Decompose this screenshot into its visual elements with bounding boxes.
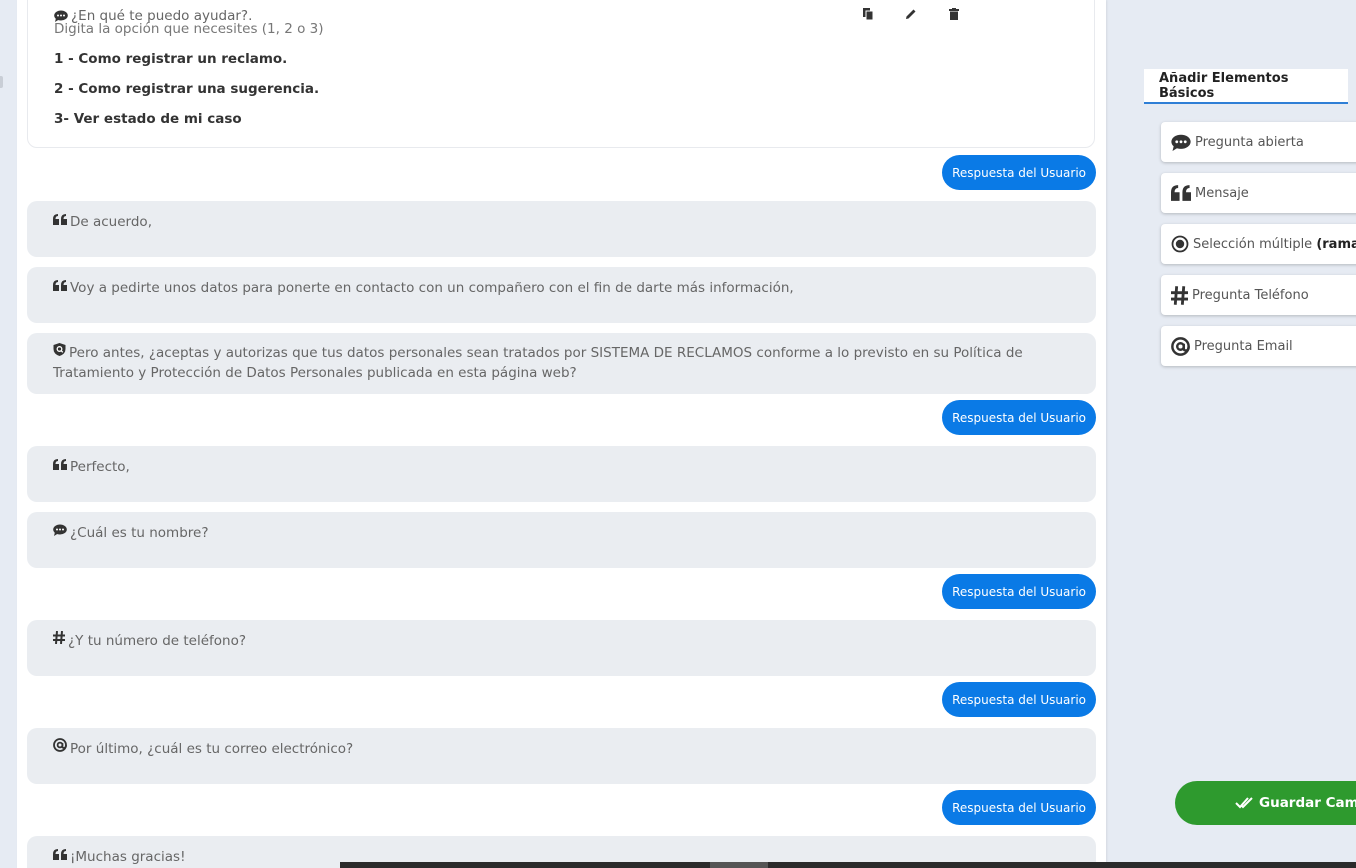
add-multiple-choice[interactable]: Selección múltiple (rama [1161,224,1356,264]
message-text: ¡Muchas gracias! [70,849,186,865]
element-label: Pregunta abierta [1195,134,1304,150]
double-check-icon [1235,797,1255,809]
comment-icon [1171,134,1191,151]
shield-icon [53,342,66,362]
quote-icon [53,456,67,476]
at-icon [53,738,67,758]
message-text: Perfecto, [70,459,130,475]
hash-icon [1171,285,1188,305]
element-label: Mensaje [1195,185,1249,201]
message-block[interactable]: De acuerdo, [27,201,1096,257]
left-edge [0,0,17,868]
user-reply-button[interactable]: Respuesta del Usuario [942,574,1096,609]
user-reply-button[interactable]: Respuesta del Usuario [942,790,1096,825]
add-message[interactable]: Mensaje [1161,173,1356,213]
message-block[interactable]: Perfecto, [27,446,1096,502]
quote-icon [53,277,67,297]
card-actions [860,6,962,22]
user-reply-button[interactable]: Respuesta del Usuario [942,400,1096,435]
user-reply-button[interactable]: Respuesta del Usuario [942,155,1096,190]
message-block[interactable]: ¿Y tu número de teléfono? [27,620,1096,676]
message-text: Voy a pedirte unos datos para ponerte en… [70,280,794,296]
message-text: ¿Y tu número de teléfono? [68,633,247,649]
at-icon [1171,336,1190,356]
user-reply-button[interactable]: Respuesta del Usuario [942,682,1096,717]
element-label: Pregunta Email [1194,338,1293,354]
option-3: 3- Ver estado de mi caso [54,111,242,127]
message-block[interactable]: Por último, ¿cuál es tu correo electróni… [27,728,1096,784]
quote-icon [53,846,67,866]
element-label-bold: (rama [1316,236,1356,252]
message-text: Por último, ¿cuál es tu correo electróni… [70,741,354,757]
collapse-handle[interactable] [0,76,3,88]
add-phone-question[interactable]: Pregunta Teléfono [1161,275,1356,315]
copy-icon[interactable] [860,6,876,22]
option-2: 2 - Como registrar una sugerencia. [54,81,320,97]
element-label: Selección múltiple (rama [1193,237,1356,252]
hash-icon [53,630,65,650]
question-card[interactable]: ¿En qué te puedo ayudar?. Digita la opci… [27,0,1095,148]
quote-icon [1171,185,1191,201]
comment-icon [53,522,67,542]
element-label: Pregunta Teléfono [1192,287,1309,303]
message-text: ¿Cuál es tu nombre? [70,525,209,541]
quote-icon [53,211,67,231]
option-1: 1 - Como registrar un reclamo. [54,51,288,67]
conversation-flow-panel[interactable]: ¿En qué te puedo ayudar?. Digita la opci… [17,0,1106,868]
message-block[interactable]: Voy a pedirte unos datos para ponerte en… [27,267,1096,323]
radio-icon [1171,235,1189,253]
taskbar-item[interactable] [710,862,768,868]
save-label: Guardar Cambi [1259,795,1356,811]
add-open-question[interactable]: Pregunta abierta [1161,122,1356,162]
message-block[interactable]: ¿Cuál es tu nombre? [27,512,1096,568]
taskbar [340,862,1356,868]
pencil-icon[interactable] [903,6,919,22]
message-text: De acuerdo, [70,214,152,230]
question-subtitle: Digita la opción que necesites (1, 2 o 3… [54,21,324,37]
message-block[interactable]: Pero antes, ¿aceptas y autorizas que tus… [27,333,1096,394]
tab-basic-elements[interactable]: Añadir Elementos Básicos [1144,69,1348,104]
trash-icon[interactable] [946,6,962,22]
save-changes-button[interactable]: Guardar Cambi [1175,781,1356,825]
add-email-question[interactable]: Pregunta Email [1161,326,1356,366]
message-text: Pero antes, ¿aceptas y autorizas que tus… [53,345,1023,381]
